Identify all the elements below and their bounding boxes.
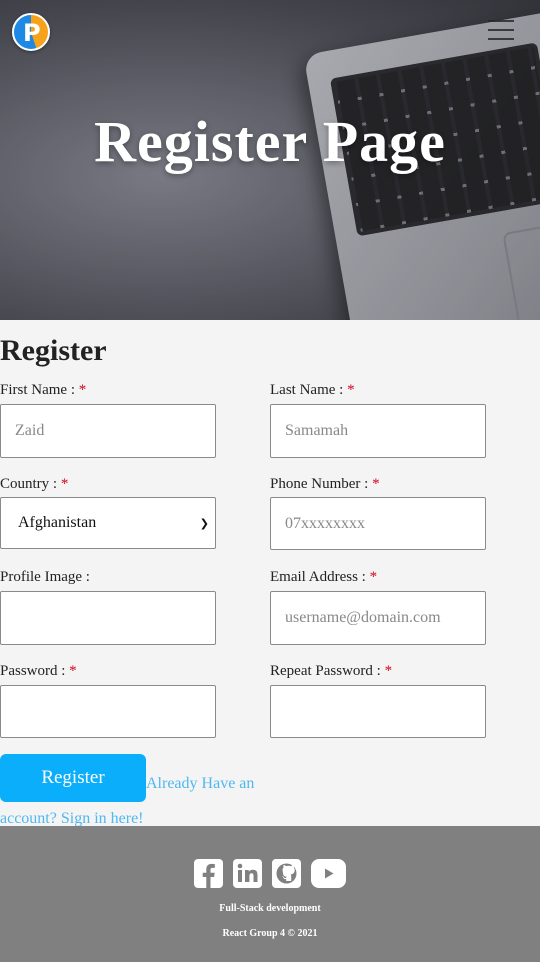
youtube-icon[interactable] [311,859,346,888]
country-select[interactable]: Afghanistan ❯ [0,497,216,549]
phone-input[interactable]: 07xxxxxxxx [270,497,486,550]
phone-placeholder: 07xxxxxxxx [285,514,365,532]
footer-tagline: Full-Stack development [219,903,321,914]
form-title: Register [0,334,107,367]
register-button[interactable]: Register [0,754,146,802]
email-placeholder: username@domain.com [285,609,441,626]
country-selected: Afghanistan [18,514,97,531]
last-name-value: Samamah [285,422,349,439]
email-label: Email Address : * [270,569,378,585]
last-name-label: Last Name : * [270,382,355,398]
country-label: Country : * [0,476,69,492]
footer-copyright: React Group 4 © 2021 [222,928,318,939]
profile-image-label: Profile Image : [0,569,90,585]
first-name-label: First Name : * [0,382,87,398]
email-input[interactable]: username@domain.com [270,591,486,645]
linkedin-icon[interactable] [233,859,262,888]
page-title: Register Page [94,109,446,174]
facebook-icon[interactable] [194,859,223,888]
phone-label: Phone Number : * [270,476,380,492]
logo-icon[interactable]: P [12,13,50,51]
password-input[interactable] [0,685,216,738]
password-label: Password : * [0,663,77,679]
github-icon[interactable] [272,859,301,888]
menu-icon[interactable] [488,20,514,42]
first-name-input[interactable]: Zaid [0,404,216,458]
repeat-password-input[interactable] [270,685,486,738]
footer: Full-Stack development React Group 4 © 2… [0,826,540,962]
social-links [194,859,346,888]
hero-banner: P Register Page [0,0,540,320]
profile-image-input[interactable] [0,591,216,645]
first-name-value: Zaid [15,422,45,439]
repeat-password-label: Repeat Password : * [270,663,393,679]
last-name-input[interactable]: Samamah [270,404,486,458]
chevron-down-icon: ❯ [199,516,209,530]
